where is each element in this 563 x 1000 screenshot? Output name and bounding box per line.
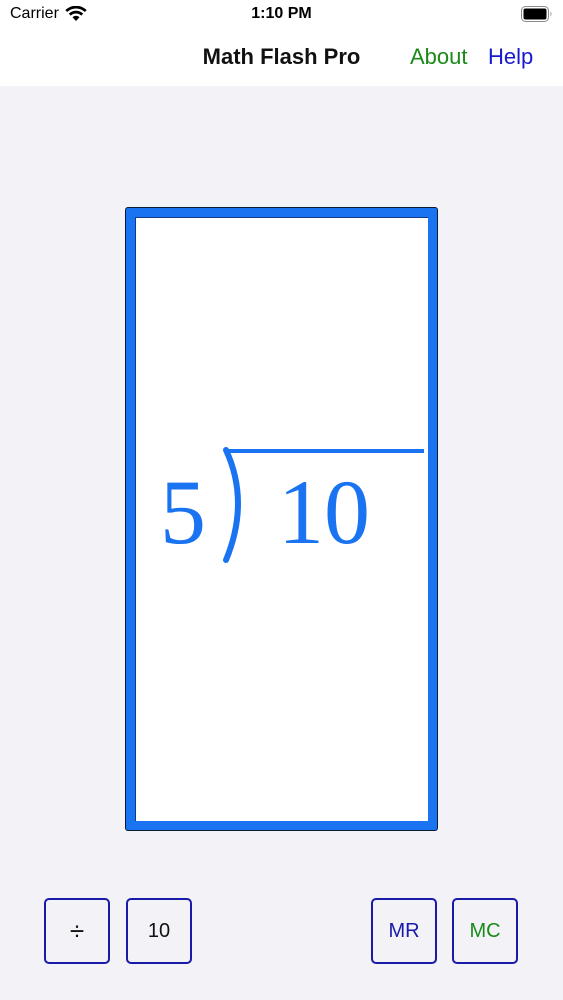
divisor: 5 (160, 461, 206, 563)
dividend: 10 (278, 461, 370, 563)
nav-bar: Math Flash Pro About Help (0, 30, 563, 86)
page-title: Math Flash Pro (202, 44, 361, 69)
status-time: 1:10 PM (251, 5, 312, 22)
operation-button[interactable]: ÷ (44, 898, 110, 964)
flash-card-face: 5 10 (135, 217, 428, 821)
about-button[interactable]: About (410, 44, 468, 70)
flash-card[interactable]: 5 10 (125, 207, 438, 831)
status-bar: Carrier 1:10 PM (0, 0, 563, 30)
battery-icon (521, 6, 552, 22)
help-button[interactable]: Help (488, 44, 533, 70)
range-button[interactable]: 10 (126, 898, 192, 964)
app-screen: Carrier 1:10 PM Math Flash Pro About Hel… (0, 0, 563, 1000)
memory-recall-button[interactable]: MR (371, 898, 437, 964)
division-problem: 5 10 (136, 218, 428, 821)
memory-clear-button[interactable]: MC (452, 898, 518, 964)
